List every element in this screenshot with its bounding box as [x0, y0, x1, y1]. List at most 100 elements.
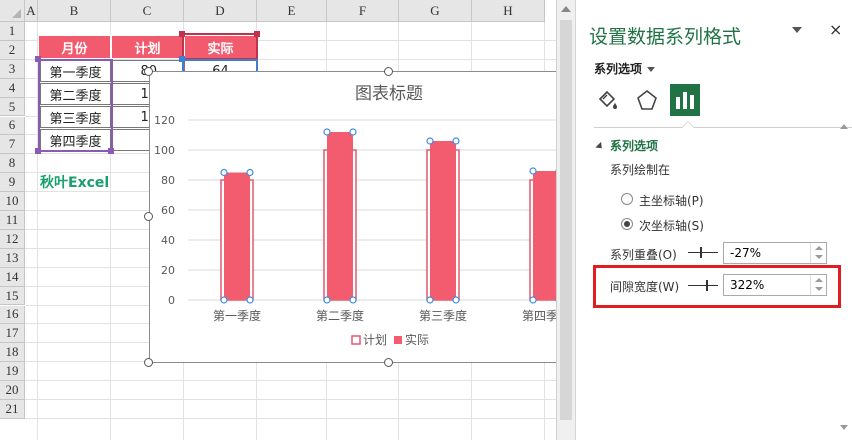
chart-resize-handle[interactable] — [144, 67, 153, 76]
column-header-a[interactable]: A — [25, 0, 38, 22]
effects-tab[interactable] — [632, 84, 662, 116]
header-actual-cell[interactable]: 实际 — [184, 35, 257, 59]
header-month-cell[interactable]: 月份 — [38, 35, 111, 59]
actual-bar[interactable] — [224, 172, 250, 301]
range-handle[interactable] — [179, 31, 185, 37]
column-header-h[interactable]: H — [472, 0, 545, 22]
bar-selection-handle[interactable] — [323, 128, 331, 136]
legend-swatch-plan — [351, 335, 361, 345]
header-plan-cell[interactable]: 计划 — [111, 35, 184, 59]
chart-resize-handle[interactable] — [384, 67, 393, 76]
y-tick-label: 20 — [161, 264, 175, 277]
series-options-dropdown[interactable]: 系列选项 — [594, 60, 656, 77]
range-handle[interactable] — [254, 31, 260, 37]
row-header[interactable]: 21 — [0, 400, 25, 419]
column-header-f[interactable]: F — [327, 0, 399, 22]
primary-axis-label[interactable]: 主坐标轴(P) — [639, 192, 704, 209]
row-header[interactable]: 15 — [0, 286, 25, 306]
row-header[interactable]: 7 — [0, 135, 25, 155]
row-header[interactable]: 2 — [0, 40, 25, 60]
bar-selection-handle[interactable] — [349, 296, 357, 304]
range-handle[interactable] — [35, 148, 41, 154]
chart-object[interactable]: 图表标题 0 20 40 60 80 100 120 第一季度 第二季度 第三季度 第四季度 计划 实际 — [149, 71, 575, 363]
pane-close-button[interactable]: × — [829, 20, 842, 39]
column-header-c[interactable]: C — [111, 0, 184, 22]
row-header[interactable]: 18 — [0, 343, 25, 363]
row-header[interactable]: 8 — [0, 154, 25, 174]
section-header-series-options[interactable]: 系列选项 — [595, 137, 658, 154]
bar-selection-handle[interactable] — [323, 296, 331, 304]
chart-resize-handle[interactable] — [384, 358, 393, 367]
row-header[interactable]: 19 — [0, 362, 25, 382]
quarter-cell-q3[interactable]: 第三季度 — [40, 106, 111, 128]
bar-selection-handle[interactable] — [349, 128, 357, 136]
row-header[interactable]: 3 — [0, 59, 25, 79]
column-header-g[interactable]: G — [399, 0, 472, 22]
row-header[interactable]: 17 — [0, 324, 25, 344]
row-header[interactable]: 11 — [0, 211, 25, 230]
actual-bar[interactable] — [430, 141, 456, 300]
bar-selection-handle[interactable] — [452, 137, 460, 145]
row-header[interactable]: 9 — [0, 173, 25, 193]
row-header[interactable]: 20 — [0, 381, 25, 400]
row-header[interactable]: 1 — [0, 22, 25, 41]
quarter-cell-q2[interactable]: 第二季度 — [40, 83, 111, 105]
quarter-cell-q1[interactable]: 第一季度 — [40, 60, 111, 82]
bar-selection-handle[interactable] — [529, 167, 537, 175]
spin-down-icon[interactable] — [815, 255, 823, 259]
range-handle[interactable] — [179, 56, 185, 62]
y-tick-label: 60 — [161, 204, 175, 217]
actual-bar[interactable] — [327, 132, 353, 300]
series-overlap-input[interactable] — [724, 243, 810, 263]
worksheet: ABCDEFGH 1 2 3 4 5 6 7 8 9 10 11 12 13 14 15 16 17 18 19 20… — [0, 0, 575, 440]
bar-selection-handle[interactable] — [426, 296, 434, 304]
series-options-tab[interactable] — [670, 84, 700, 116]
pane-scrollbar[interactable] — [837, 122, 851, 432]
bar-selection-handle[interactable] — [452, 296, 460, 304]
row-header[interactable]: 5 — [0, 97, 25, 117]
row-header[interactable]: 16 — [0, 305, 25, 325]
spinner-buttons[interactable] — [810, 243, 826, 263]
bar-selection-handle[interactable] — [246, 168, 254, 177]
column-header-e[interactable]: E — [257, 0, 327, 22]
row-header[interactable]: 6 — [0, 116, 25, 136]
select-all-corner[interactable] — [0, 0, 25, 22]
range-handle[interactable] — [108, 148, 114, 154]
bar-selection-handle[interactable] — [246, 296, 254, 304]
secondary-axis-radio[interactable] — [621, 218, 633, 230]
scroll-up-arrow-icon[interactable] — [840, 124, 848, 129]
row-header[interactable]: 10 — [0, 192, 25, 211]
row-header[interactable]: 14 — [0, 267, 25, 287]
legend-label-plan[interactable]: 计划 — [363, 333, 387, 347]
chart-title[interactable]: 图表标题 — [355, 84, 423, 104]
scroll-up-arrow-icon[interactable] — [561, 6, 571, 12]
bar-selection-handle[interactable] — [529, 296, 537, 304]
primary-axis-radio[interactable] — [621, 193, 633, 205]
pentagon-icon — [637, 89, 657, 110]
bar-selection-handle[interactable] — [220, 296, 228, 304]
bar-selection-handle[interactable] — [220, 168, 228, 177]
secondary-axis-label[interactable]: 次坐标轴(S) — [639, 217, 704, 234]
scroll-thumb[interactable] — [560, 20, 572, 420]
quarter-cell-q4[interactable]: 第四季度 — [40, 129, 111, 151]
bar-selection-handle[interactable] — [426, 137, 434, 145]
range-handle[interactable] — [35, 56, 41, 62]
chart-resize-handle[interactable] — [144, 358, 153, 367]
sheet-vertical-scrollbar[interactable] — [556, 0, 575, 440]
column-header-b[interactable]: B — [38, 0, 111, 22]
pane-options-dropdown-icon[interactable] — [792, 27, 802, 33]
scroll-down-arrow-icon[interactable] — [840, 425, 848, 430]
row-header[interactable]: 13 — [0, 248, 25, 268]
row-header[interactable]: 12 — [0, 229, 25, 249]
row-header[interactable]: 4 — [0, 78, 25, 98]
spin-up-icon[interactable] — [815, 246, 823, 250]
series-overlap-slider[interactable] — [688, 246, 720, 260]
series-overlap-spinner[interactable] — [723, 242, 827, 264]
chart-svg: 图表标题020406080100120第一季度 第二季度 第三季度 第四季度计划 实际 — [154, 84, 575, 347]
column-header-d[interactable]: D — [184, 0, 257, 22]
fill-line-tab[interactable] — [592, 84, 622, 116]
slider-knob[interactable] — [700, 247, 702, 258]
legend-label-actual[interactable]: 实际 — [405, 332, 429, 347]
chart-resize-handle[interactable] — [144, 212, 153, 221]
format-data-series-pane: 设置数据系列格式 × 系列选项 系列选项 系列绘制在 主坐标轴(P) 次坐标轴(… — [575, 0, 852, 440]
